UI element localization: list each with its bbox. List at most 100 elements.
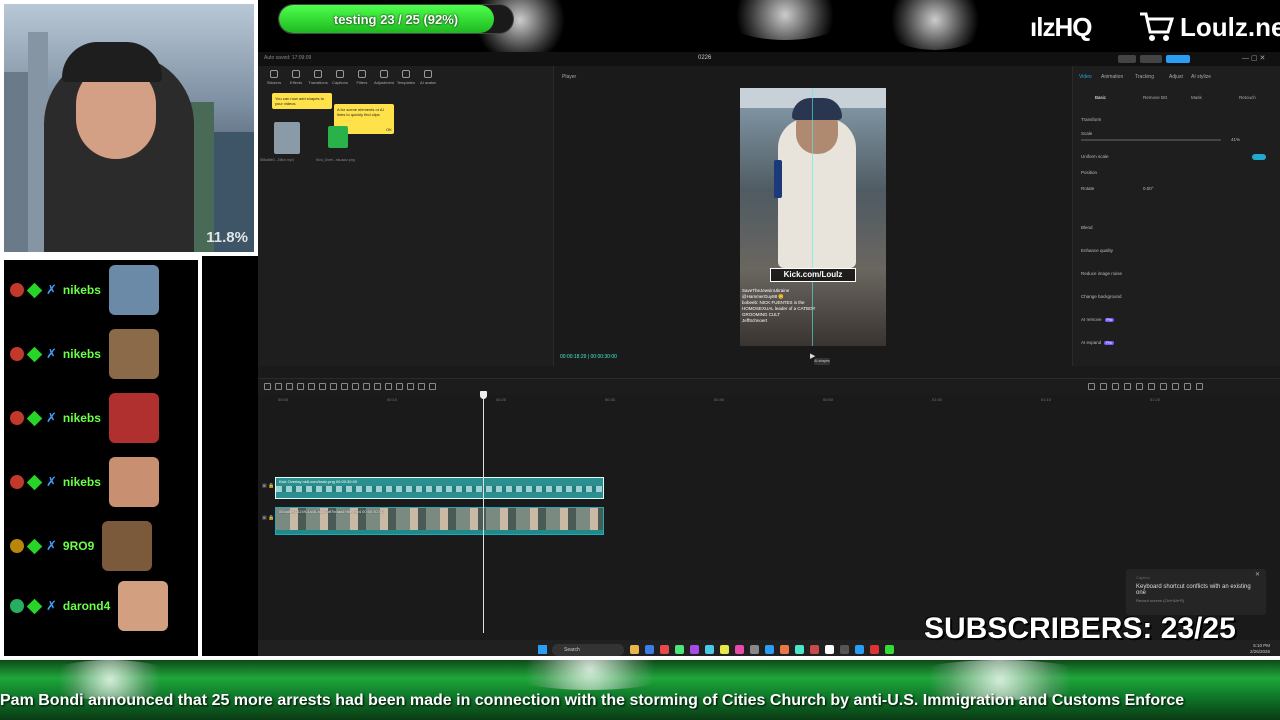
pro-button[interactable] (1118, 55, 1136, 63)
tab-tracking[interactable]: Tracking (1135, 74, 1154, 80)
toolbar-adjustment[interactable]: Adjustment (374, 70, 394, 85)
taskbar-app-icon[interactable] (750, 645, 759, 654)
taskbar-app-icon[interactable] (870, 645, 879, 654)
viewer-row[interactable]: ✗ nikebs (10, 452, 159, 512)
timeline-tool-icon[interactable] (319, 383, 326, 390)
viewer-row[interactable]: ✗ 9RO9 (10, 516, 153, 576)
timeline-tool-icon[interactable] (330, 383, 337, 390)
timeline-option-icon[interactable] (1136, 383, 1143, 390)
share-button[interactable] (1140, 55, 1162, 63)
timeline-tool-icon[interactable] (341, 383, 348, 390)
tab-video[interactable]: Video (1079, 74, 1092, 80)
timeline-option-icon[interactable] (1088, 383, 1095, 390)
timeline-option-icon[interactable] (1184, 383, 1191, 390)
tooltip-ok-button[interactable]: OK (386, 127, 392, 132)
prop-ai-remove[interactable]: AI remove Pro (1081, 317, 1114, 322)
taskbar-app-icon[interactable] (840, 645, 849, 654)
toolbar-effects[interactable]: Effects (286, 70, 306, 85)
prop-ai-expand[interactable]: AI expand Pro (1081, 340, 1114, 345)
timeline-tool-icon[interactable] (264, 383, 271, 390)
toolbar-captions[interactable]: Captions (330, 70, 350, 85)
video-preview[interactable]: Kick.com/Loulz SaveTheJewsinUkraine @Hamm… (740, 88, 886, 346)
window-controls[interactable]: — ▢ ✕ (1242, 54, 1265, 62)
toolbar-filters[interactable]: Filters (352, 70, 372, 85)
overlay-clip[interactable]: Kick Overlay nk8.com/loulz.png 00:00:30:… (275, 477, 604, 499)
taskbar-app-icon[interactable] (810, 645, 819, 654)
media-thumbnail[interactable] (328, 126, 348, 148)
scale-value[interactable]: 41% (1231, 137, 1240, 142)
playhead[interactable] (483, 393, 484, 633)
toolbar-stickers[interactable]: Stickers (264, 70, 284, 85)
windows-start-icon[interactable] (538, 645, 547, 654)
taskbar-app-icon[interactable] (780, 645, 789, 654)
toolbar-templates[interactable]: Templates (396, 70, 416, 85)
timeline-option-icon[interactable] (1172, 383, 1179, 390)
uniform-scale-toggle[interactable] (1252, 154, 1266, 160)
prop-change-background[interactable]: Change background (1081, 294, 1122, 299)
tab-adjust[interactable]: Adjust (1169, 74, 1183, 80)
toast-close-icon[interactable]: ✕ (1255, 571, 1260, 578)
prop-rotate[interactable]: Rotate (1081, 186, 1094, 191)
subtab-remove-bg[interactable]: Remove BG (1143, 95, 1168, 100)
taskbar-app-icon[interactable] (885, 645, 894, 654)
prop-enhance-quality[interactable]: Enhance quality (1081, 248, 1113, 253)
taskbar-app-icon[interactable] (855, 645, 864, 654)
taskbar-app-icon[interactable] (675, 645, 684, 654)
taskbar-app-icon[interactable] (795, 645, 804, 654)
subtab-retouch[interactable]: Retouch (1239, 95, 1256, 100)
timeline-tool-icon[interactable] (385, 383, 392, 390)
timeline-option-icon[interactable] (1160, 383, 1167, 390)
taskbar-app-icon[interactable] (690, 645, 699, 654)
media-thumbnail[interactable] (274, 122, 300, 154)
timeline-option-icon[interactable] (1196, 383, 1203, 390)
prop-scale[interactable]: Scale (1081, 131, 1092, 136)
playhead-handle[interactable] (480, 391, 487, 399)
timeline-tool-icon[interactable] (363, 383, 370, 390)
taskbar-app-icon[interactable] (825, 645, 834, 654)
viewer-row[interactable]: ✗ darond4 (10, 576, 169, 636)
prop-transform[interactable]: Transform (1081, 117, 1101, 122)
taskbar-app-icon[interactable] (630, 645, 639, 654)
timeline-tool-icon[interactable] (429, 383, 436, 390)
toolbar-transitions[interactable]: Transitions (308, 70, 328, 85)
subtab-basic[interactable]: Basic (1095, 95, 1106, 100)
timeline-ruler[interactable]: 00:00 00:10 00:20 00:30 00:40 00:50 01:00 01:10… (258, 395, 1280, 405)
timeline-tool-icon[interactable] (407, 383, 414, 390)
toolbar-ai-avatar[interactable]: AI avatar (418, 70, 438, 85)
prop-position[interactable]: Position (1081, 170, 1097, 175)
main-video-clip[interactable]: 856a8fe0-6249-4a46-a0d0-df7bdaa49f8e.mp4… (275, 507, 604, 535)
taskbar-app-icon[interactable] (735, 645, 744, 654)
rotate-value[interactable]: 0.00° (1143, 186, 1154, 191)
taskbar-app-icon[interactable] (705, 645, 714, 654)
timeline-option-icon[interactable] (1124, 383, 1131, 390)
timeline-tool-icon[interactable] (374, 383, 381, 390)
viewer-row[interactable]: ✗ nikebs (10, 388, 159, 448)
tool-icon (314, 70, 322, 78)
tab-ai-stylize[interactable]: AI stylize (1191, 74, 1211, 80)
ai-shapes-button[interactable]: AI shapes (814, 358, 830, 365)
viewer-row[interactable]: ✗ nikebs (10, 260, 159, 320)
timeline-option-icon[interactable] (1112, 383, 1119, 390)
timeline-tool-icon[interactable] (418, 383, 425, 390)
timeline-tool-icon[interactable] (308, 383, 315, 390)
taskbar-app-icon[interactable] (720, 645, 729, 654)
timeline-tool-icon[interactable] (297, 383, 304, 390)
taskbar-search[interactable]: Search (552, 644, 624, 656)
timeline-option-icon[interactable] (1100, 383, 1107, 390)
taskbar-app-icon[interactable] (765, 645, 774, 654)
prop-blend[interactable]: Blend (1081, 225, 1093, 230)
timeline-tool-icon[interactable] (396, 383, 403, 390)
prop-reduce-image-noise[interactable]: Reduce image noise (1081, 271, 1122, 276)
timeline-tool-icon[interactable] (275, 383, 282, 390)
taskbar-app-icon[interactable] (645, 645, 654, 654)
tab-animation[interactable]: Animation (1101, 74, 1123, 80)
timeline-tool-icon[interactable] (286, 383, 293, 390)
subtab-mask[interactable]: Mask (1191, 95, 1202, 100)
taskbar-app-icon[interactable] (660, 645, 669, 654)
scale-slider[interactable] (1081, 139, 1221, 141)
viewer-row[interactable]: ✗ nikebs (10, 324, 159, 384)
timeline-option-icon[interactable] (1148, 383, 1155, 390)
prop-uniform-scale[interactable]: Uniform scale (1081, 154, 1109, 159)
timeline-tool-icon[interactable] (352, 383, 359, 390)
export-button[interactable] (1166, 55, 1190, 63)
